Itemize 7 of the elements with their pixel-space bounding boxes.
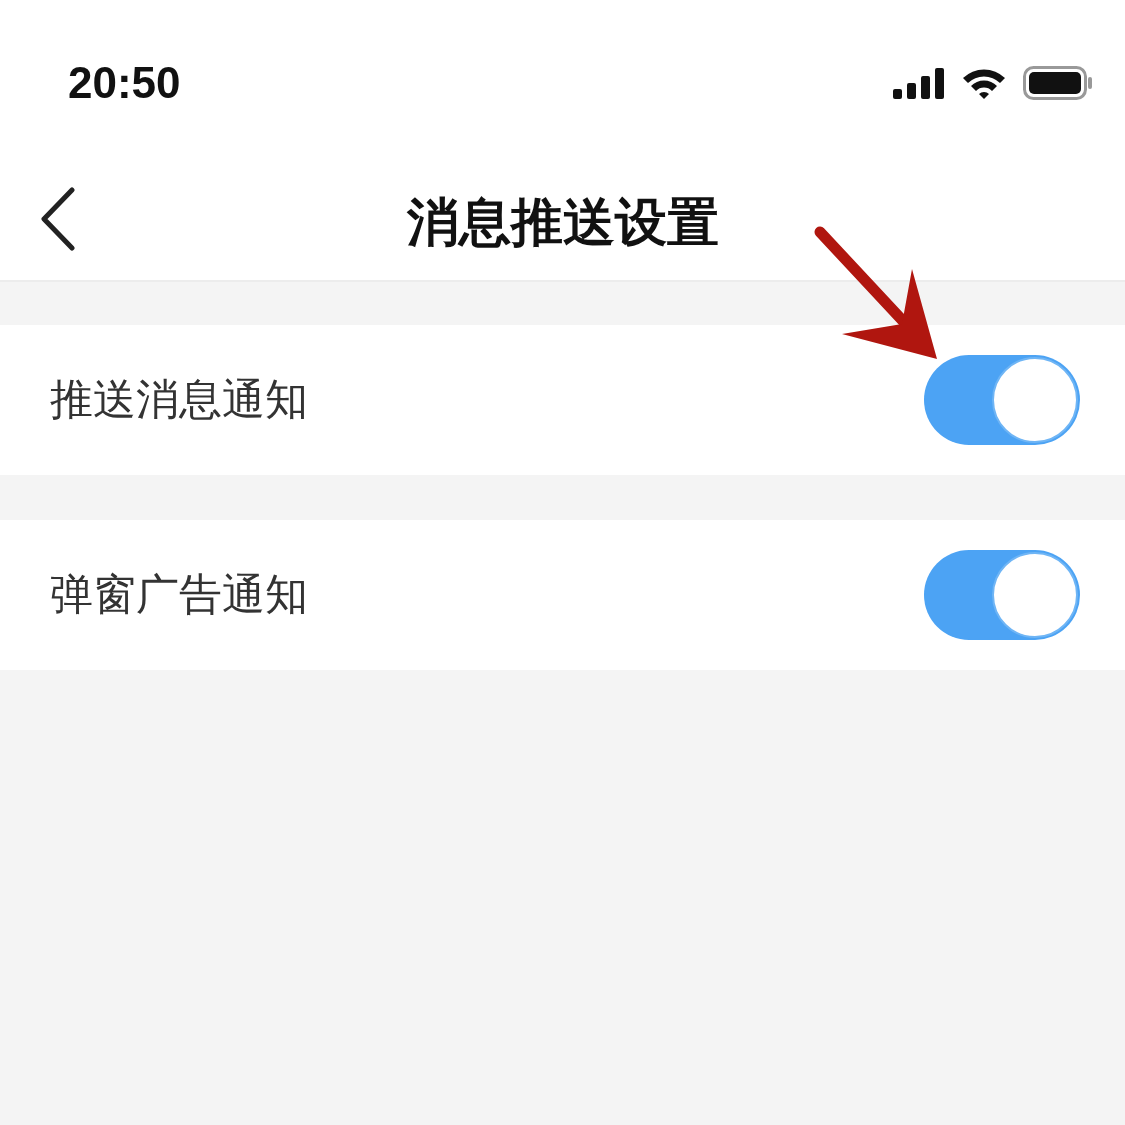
status-time: 20:50: [68, 57, 181, 108]
page-title: 消息推送设置: [406, 190, 719, 254]
battery-icon: [1023, 65, 1093, 100]
setting-label: 弹窗广告通知: [50, 568, 308, 621]
signal-icon: [893, 66, 945, 99]
setting-label: 推送消息通知: [50, 373, 308, 426]
back-icon[interactable]: [40, 187, 76, 251]
